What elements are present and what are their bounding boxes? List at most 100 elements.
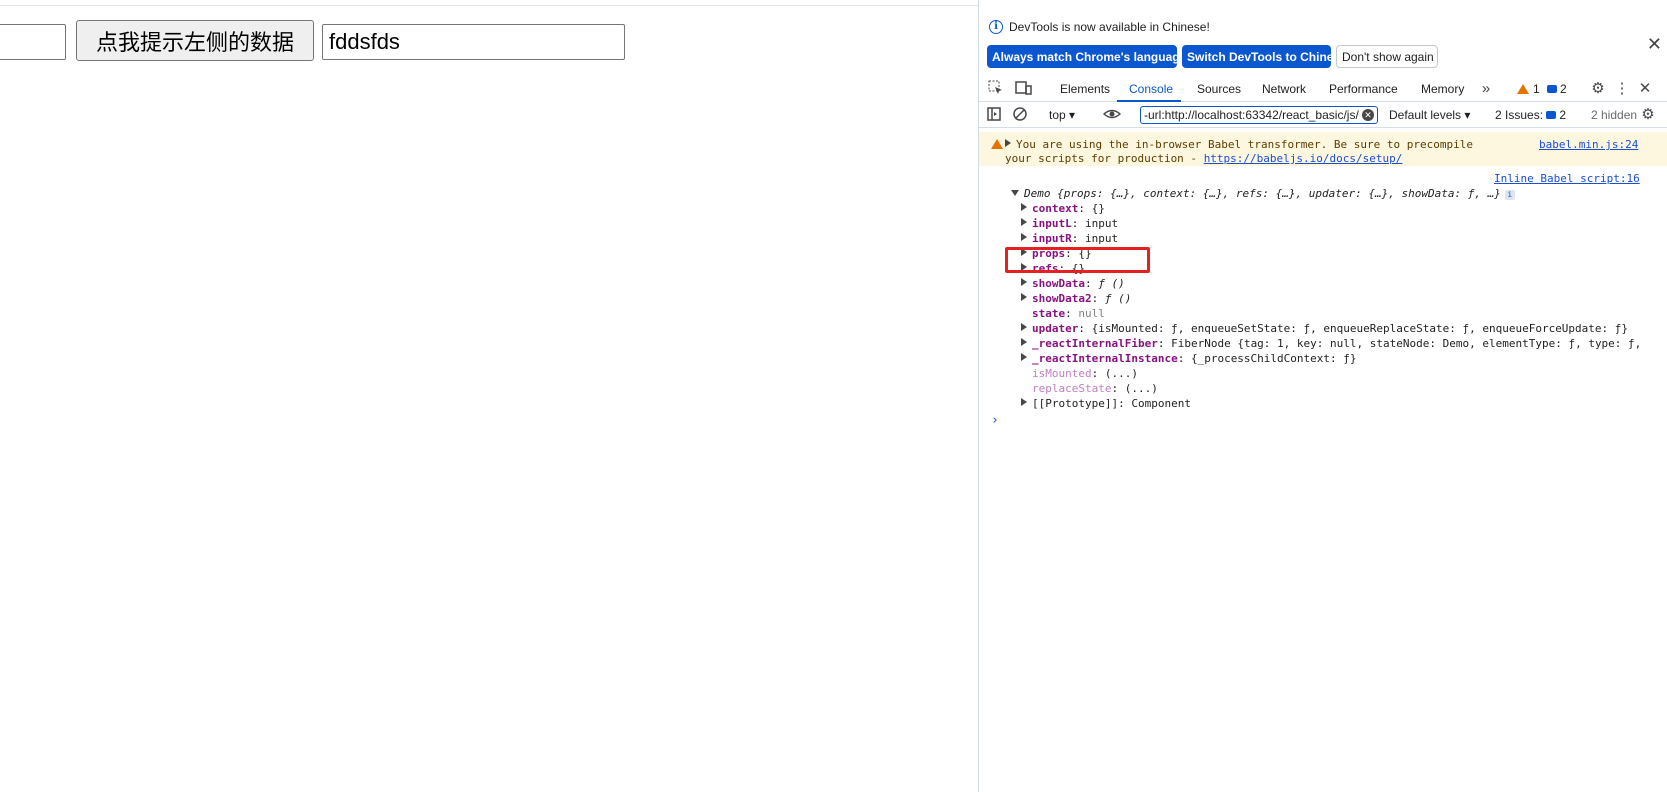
expand-property-icon[interactable] [1021, 338, 1027, 346]
property-value: input [1085, 232, 1119, 245]
info-icon: i [989, 20, 1003, 34]
property-value: Component [1131, 397, 1191, 410]
log-levels-dropdown[interactable]: Default levels ▾ [1389, 108, 1470, 122]
warning-count: 1 [1533, 82, 1540, 96]
property-key: isMounted [1032, 367, 1092, 380]
right-input[interactable] [322, 24, 625, 60]
settings-gear-icon[interactable]: ⚙ [1589, 80, 1607, 98]
devtools-panel: i DevTools is now available in Chinese! … [978, 0, 1667, 792]
property-row-reactinternalinstance[interactable]: _reactInternalInstance: {_processChildCo… [1021, 351, 1357, 366]
console-settings-gear-icon[interactable]: ⚙ [1639, 106, 1657, 124]
expand-property-icon[interactable] [1021, 353, 1027, 361]
match-language-button[interactable]: Always match Chrome's language [987, 45, 1186, 68]
object-summary: Demo {props: {…}, context: {…}, refs: {…… [1024, 187, 1501, 200]
property-row-state: state: null [1021, 306, 1105, 321]
warning-icon [991, 139, 1003, 149]
show-left-data-button[interactable]: 点我提示左侧的数据 [76, 20, 314, 61]
property-key: showData [1032, 277, 1085, 290]
property-row-showdata2[interactable]: showData2: ƒ () [1021, 291, 1131, 306]
warning-text-block: You are using the in-browser Babel trans… [1005, 138, 1475, 166]
tab-sources[interactable]: Sources [1197, 82, 1241, 96]
issues-button[interactable]: 2 Issues: 2 [1495, 108, 1566, 122]
devtools-tabbar: Elements Console Sources Network Perform… [979, 76, 1667, 102]
info-icon[interactable]: i [1504, 190, 1515, 200]
property-row-prototype[interactable]: [[Prototype]]: Component [1021, 396, 1191, 411]
console-prompt-chevron-icon[interactable]: › [991, 413, 999, 428]
close-devtools-icon[interactable]: ✕ [1636, 80, 1654, 98]
property-key: replaceState [1032, 382, 1112, 395]
tab-memory[interactable]: Memory [1421, 82, 1464, 96]
device-toolbar-icon[interactable] [1015, 80, 1033, 98]
message-badge[interactable]: 2 [1547, 82, 1567, 96]
switch-to-chinese-button[interactable]: Switch DevTools to Chinese [1182, 45, 1347, 68]
property-value: ƒ () [1104, 292, 1132, 305]
property-value: {_processChildContext: ƒ} [1190, 352, 1357, 365]
language-infobar: i DevTools is now available in Chinese! … [979, 6, 1667, 72]
property-value: {} [1091, 202, 1105, 215]
tab-network[interactable]: Network [1262, 82, 1306, 96]
message-count: 2 [1560, 82, 1567, 96]
tab-performance[interactable]: Performance [1329, 82, 1398, 96]
warning-source-link[interactable]: babel.min.js:24 [1539, 138, 1638, 151]
console-filter-input[interactable] [1140, 106, 1378, 124]
property-row-inputr[interactable]: inputR: input [1021, 231, 1118, 246]
clear-console-icon[interactable] [1011, 106, 1029, 124]
property-key: context [1032, 202, 1079, 215]
property-value: (...) [1104, 367, 1138, 380]
property-value: (...) [1124, 382, 1158, 395]
tab-console[interactable]: Console [1129, 82, 1173, 96]
expand-property-icon[interactable] [1021, 398, 1027, 406]
colon-separator: : [1091, 292, 1105, 305]
property-value: null [1078, 307, 1105, 320]
expand-property-icon[interactable] [1021, 233, 1027, 241]
babel-docs-link[interactable]: https://babeljs.io/docs/setup/ [1204, 152, 1403, 165]
expand-property-icon[interactable] [1021, 218, 1027, 226]
expand-property-icon[interactable] [1021, 323, 1027, 331]
property-key: showData2 [1032, 292, 1092, 305]
colon-separator: : [1177, 352, 1191, 365]
collapse-object-icon[interactable] [1011, 190, 1019, 196]
property-row-context[interactable]: context: {} [1021, 201, 1105, 216]
property-value: FiberNode {tag: 1, key: null, stateNode:… [1171, 337, 1642, 350]
colon-separator: : [1091, 367, 1105, 380]
property-row-reactinternalfiber[interactable]: _reactInternalFiber: FiberNode {tag: 1, … [1021, 336, 1641, 351]
hidden-count: 2 hidden [1591, 108, 1638, 122]
log-source-link[interactable]: Inline Babel script:16 [1494, 172, 1640, 185]
colon-separator: : [1078, 322, 1092, 335]
issues-icon [1546, 111, 1557, 119]
property-key: _reactInternalFiber [1032, 337, 1158, 350]
expand-property-icon[interactable] [1021, 203, 1027, 211]
expand-property-icon[interactable] [1021, 293, 1027, 301]
close-icon[interactable]: ✕ [1647, 34, 1662, 55]
inspect-element-icon[interactable] [987, 80, 1005, 98]
property-key: [[Prototype]] [1032, 397, 1119, 410]
warning-badge[interactable]: 1 [1517, 82, 1540, 96]
levels-chevron-icon: ▾ [1464, 108, 1471, 122]
tab-elements[interactable]: Elements [1060, 82, 1110, 96]
expand-property-icon[interactable] [1021, 278, 1027, 286]
colon-separator: : [1071, 232, 1085, 245]
issues-count: 2 [1559, 108, 1567, 122]
property-key: _reactInternalInstance [1032, 352, 1178, 365]
context-selector[interactable]: top ▾ [1049, 108, 1075, 122]
clear-filter-icon[interactable]: ✕ [1362, 109, 1374, 121]
chevron-down-icon: ▾ [1069, 108, 1076, 122]
issues-label: 2 Issues: [1495, 108, 1544, 122]
live-expression-eye-icon[interactable] [1102, 106, 1122, 124]
sidebar-toggle-icon[interactable] [985, 106, 1003, 124]
dont-show-again-button[interactable]: Don't show again [1336, 45, 1438, 68]
page-viewport: 点我提示左侧的数据 [0, 0, 978, 792]
property-row-inputl[interactable]: inputL: input [1021, 216, 1118, 231]
left-input[interactable] [0, 24, 66, 60]
log-levels-label: Default levels [1389, 108, 1462, 122]
object-summary-row[interactable]: Demo {props: {…}, context: {…}, refs: {…… [1011, 186, 1515, 201]
more-options-icon[interactable]: ⋮ [1613, 80, 1631, 98]
more-tabs-icon[interactable]: » [1477, 80, 1495, 98]
expand-warning-icon[interactable] [1005, 139, 1011, 147]
property-row-updater[interactable]: updater: {isMounted: ƒ, enqueueSetState:… [1021, 321, 1628, 336]
property-key: inputL [1032, 217, 1072, 230]
property-key: state [1032, 307, 1066, 320]
infobar-message: DevTools is now available in Chinese! [1009, 20, 1210, 34]
property-value: {isMounted: ƒ, enqueueSetState: ƒ, enque… [1091, 322, 1629, 335]
property-row-showdata[interactable]: showData: ƒ () [1021, 276, 1125, 291]
